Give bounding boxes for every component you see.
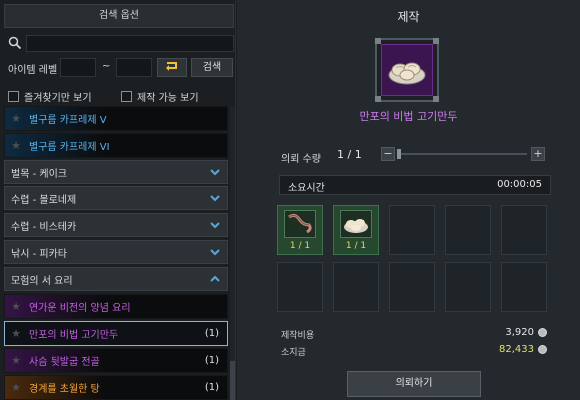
slot-corner <box>433 96 439 102</box>
silver-coin-icon <box>538 328 547 337</box>
material-slot-empty <box>277 262 323 312</box>
material-slot[interactable]: 1 / 1 <box>333 205 379 255</box>
category-row[interactable]: 수렵 - 볼로네제 <box>4 186 228 210</box>
reset-arrow-icon <box>164 60 180 75</box>
panel-title: 검색 옵션 <box>4 4 234 28</box>
craft-cost-value: 3,920 <box>505 327 534 338</box>
recipe-row[interactable]: ★ 별구름 카프레제 VI <box>4 133 228 158</box>
category-label: 수렵 - 비스테카 <box>11 221 77 233</box>
recipe-count: (1) <box>204 382 219 393</box>
search-input[interactable] <box>26 35 234 52</box>
dumpling-icon <box>340 210 372 238</box>
search-row <box>4 35 234 53</box>
chevron-up-icon <box>210 274 220 284</box>
list-scrollbar[interactable] <box>230 106 235 400</box>
material-count: 1 / 1 <box>289 241 311 251</box>
worm-bait-icon <box>284 210 316 238</box>
quantity-slider-thumb[interactable] <box>397 149 401 159</box>
category-label: 수렵 - 볼로네제 <box>11 194 77 206</box>
dumpling-icon <box>381 44 433 96</box>
material-slot-empty <box>389 205 435 255</box>
craftable-only-checkbox[interactable]: 제작 가능 보기 <box>121 89 199 104</box>
increase-quantity-button[interactable]: + <box>531 147 545 161</box>
time-value: 00:00:05 <box>497 179 542 190</box>
category-label: 모험의 서 요리 <box>11 275 73 287</box>
recipe-count: (1) <box>204 328 219 339</box>
level-max-input[interactable] <box>116 58 152 77</box>
favorite-star-icon[interactable]: ★ <box>9 112 23 125</box>
favorite-star-icon[interactable]: ★ <box>9 381 23 394</box>
recipe-row[interactable]: ★ 연가운 비전의 양념 요리 <box>4 294 228 319</box>
scrollbar-thumb[interactable] <box>230 361 235 400</box>
quantity-label: 의뢰 수량 <box>281 154 321 165</box>
favorite-star-icon[interactable]: ★ <box>9 327 23 340</box>
time-label: 소요시간 <box>288 183 325 194</box>
category-row[interactable]: 벌목 - 케이크 <box>4 160 228 184</box>
material-slot-empty <box>445 262 491 312</box>
favorite-star-icon[interactable]: ★ <box>9 354 23 367</box>
material-slot-empty <box>389 262 435 312</box>
craft-panel: 제작 만포의 비법 고기만두 의뢰 수량 1 / 1 − + 소요시간 00:0… <box>237 0 580 400</box>
material-slot-empty <box>445 205 491 255</box>
material-count: 1 / 1 <box>345 241 367 251</box>
category-label: 벌목 - 케이크 <box>11 168 67 180</box>
search-icon <box>8 36 22 50</box>
quantity-value: 1 / 1 <box>337 148 362 161</box>
recipe-count: (1) <box>204 355 219 366</box>
category-row[interactable]: 수렵 - 비스테카 <box>4 213 228 237</box>
recipe-label: 사슴 뒷발굽 전골 <box>29 357 100 368</box>
result-item-slot[interactable] <box>375 38 439 102</box>
craft-time-bar: 소요시간 00:00:05 <box>279 175 551 195</box>
recipe-list: ★ 별구름 카프레제 V ★ 별구름 카프레제 VI 벌목 - 케이크 수렵 -… <box>4 106 228 400</box>
craft-title: 제작 <box>397 10 420 24</box>
item-level-label: 아이템 레벨 <box>8 65 58 76</box>
material-slot-empty <box>333 262 379 312</box>
category-label: 낚시 - 피카타 <box>11 248 67 260</box>
quantity-slider[interactable] <box>399 153 527 155</box>
chevron-down-icon <box>210 193 220 203</box>
favorite-star-icon[interactable]: ★ <box>9 139 23 152</box>
material-slot[interactable]: 1 / 1 <box>277 205 323 255</box>
category-row[interactable]: 낚시 - 피카타 <box>4 240 228 264</box>
favorites-only-label: 즐겨찾기만 보기 <box>24 93 92 104</box>
slot-corner <box>375 96 381 102</box>
chevron-down-icon <box>210 167 220 177</box>
category-row[interactable]: 모험의 서 요리 <box>4 267 228 291</box>
craft-cost-label: 제작비용 <box>281 331 315 341</box>
slot-corner <box>433 38 439 44</box>
checkbox-box <box>121 91 132 102</box>
silver-coin-icon <box>538 345 547 354</box>
recipe-label: 경계를 초월한 탕 <box>29 384 100 395</box>
material-slot-empty <box>501 205 547 255</box>
owned-money-label: 소지금 <box>281 348 306 358</box>
checkbox-box <box>8 91 19 102</box>
search-options-panel: 검색 옵션 아이템 레벨 ~ 검색 즐겨찾기만 보기 제작 가능 보기 ★ 별구… <box>0 0 236 400</box>
search-button[interactable]: 검색 <box>191 58 233 77</box>
material-slot-empty <box>501 262 547 312</box>
recipe-label: 만포의 비법 고기만두 <box>29 330 119 341</box>
request-craft-button[interactable]: 의뢰하기 <box>347 371 481 397</box>
owned-money-value: 82,433 <box>499 344 534 355</box>
favorites-only-checkbox[interactable]: 즐겨찾기만 보기 <box>8 89 92 104</box>
recipe-label: 별구름 카프레제 VI <box>29 142 110 153</box>
recipe-row-selected[interactable]: ★ 만포의 비법 고기만두 (1) <box>4 321 228 346</box>
craftable-only-label: 제작 가능 보기 <box>137 93 199 104</box>
result-item-name: 만포의 비법 고기만두 <box>359 110 458 123</box>
recipe-row[interactable]: ★ 별구름 카프레제 V <box>4 106 228 131</box>
level-separator: ~ <box>102 61 111 72</box>
reset-button[interactable] <box>157 58 187 77</box>
recipe-label: 별구름 카프레제 V <box>29 115 107 126</box>
level-min-input[interactable] <box>60 58 96 77</box>
recipe-row[interactable]: ★ 경계를 초월한 탕 (1) <box>4 375 228 400</box>
chevron-down-icon <box>210 247 220 257</box>
decrease-quantity-button[interactable]: − <box>381 147 395 161</box>
favorite-star-icon[interactable]: ★ <box>9 300 23 313</box>
recipe-row[interactable]: ★ 사슴 뒷발굽 전골 (1) <box>4 348 228 373</box>
recipe-label: 연가운 비전의 양념 요리 <box>29 303 131 314</box>
chevron-down-icon <box>210 220 220 230</box>
